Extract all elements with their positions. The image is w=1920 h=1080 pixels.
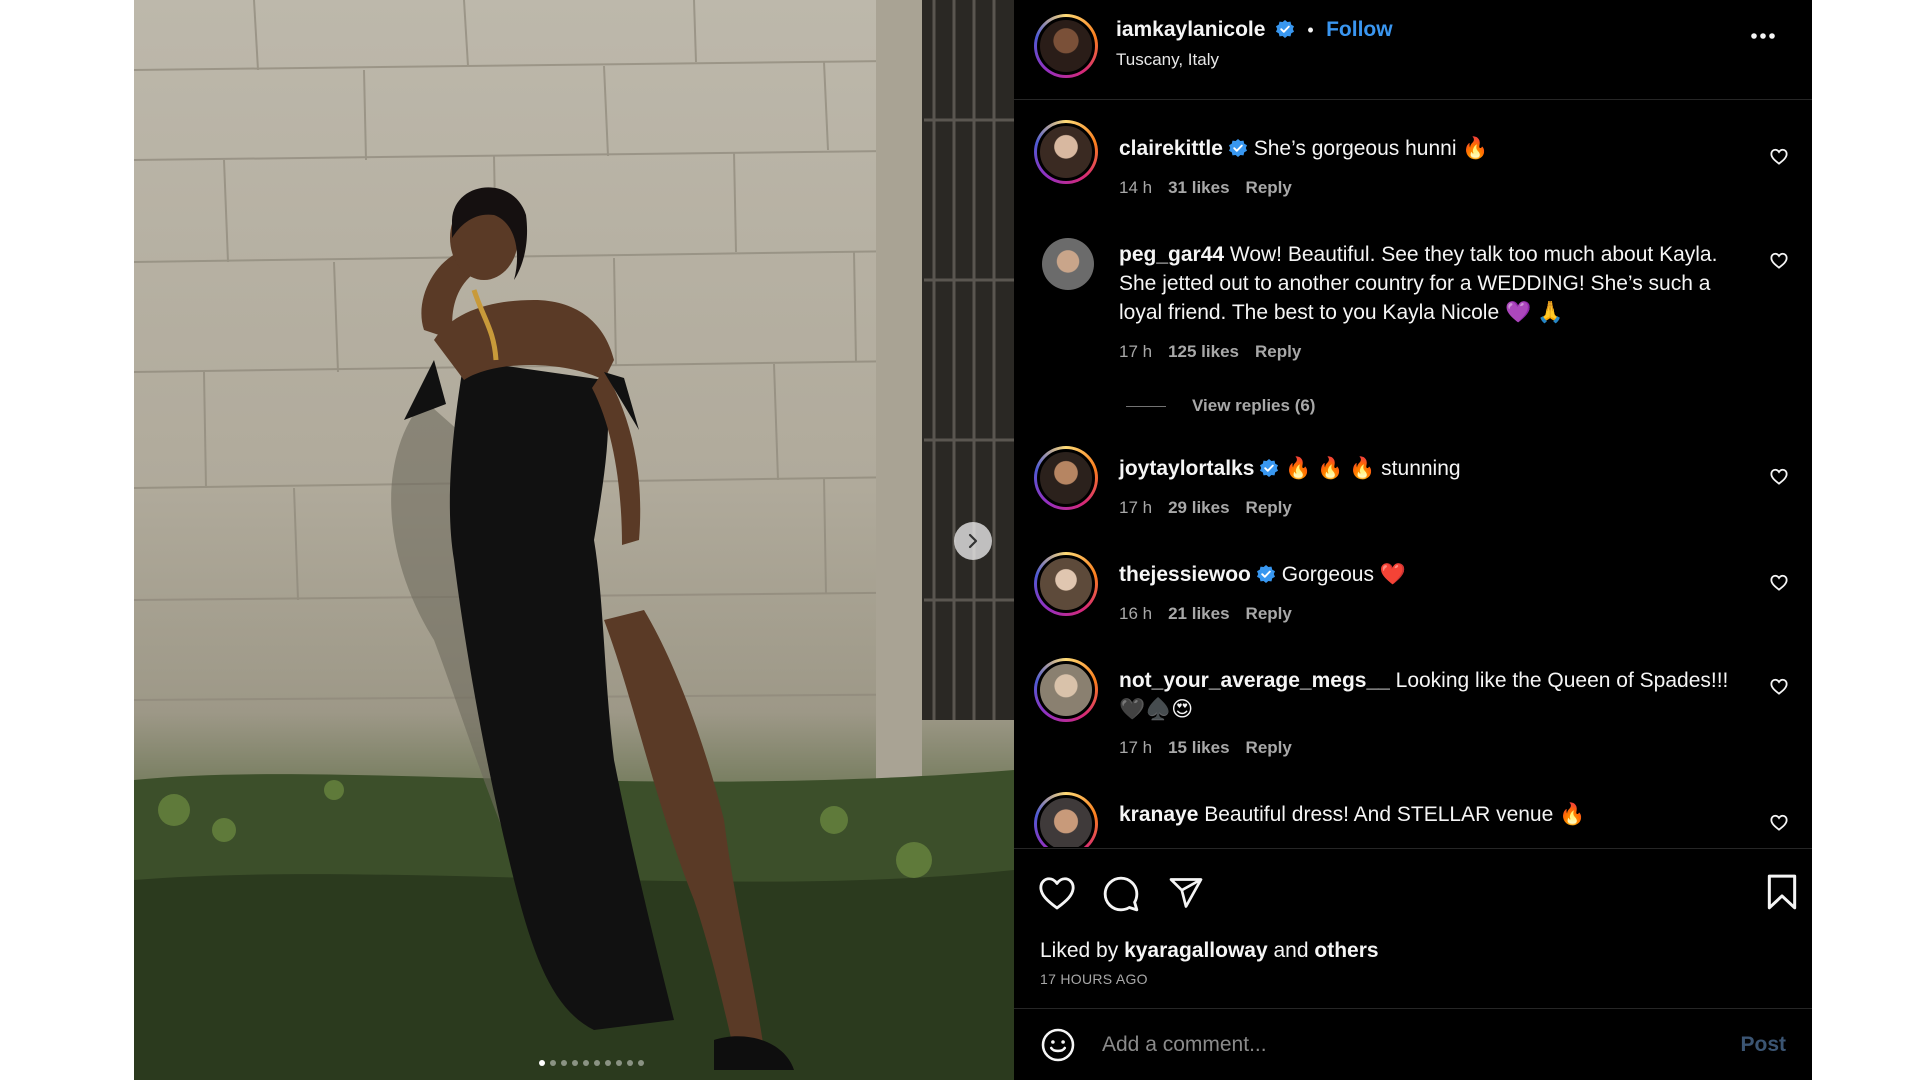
comment-meta: 16 h 21 likes Reply — [1119, 604, 1308, 624]
comment-time: 14 h — [1119, 178, 1153, 197]
comment-meta: 14 h 31 likes Reply — [1119, 178, 1308, 198]
commenter-avatar[interactable] — [1034, 658, 1098, 722]
comment-like-heart-icon[interactable] — [1770, 252, 1788, 269]
carousel-dot — [605, 1060, 611, 1066]
comment-body: not_your_average_megs__ Looking like the… — [1119, 666, 1739, 724]
heart-icon[interactable] — [1038, 875, 1076, 911]
verified-badge-icon — [1228, 139, 1247, 157]
commenter-avatar[interactable] — [1034, 120, 1098, 184]
comments-list[interactable]: clairekittle She’s gorgeous hunni 🔥 14 h 3… — [1014, 0, 1812, 847]
commenter-username[interactable]: kranaye — [1119, 803, 1198, 826]
comment-body: joytaylortalks 🔥 🔥 🔥 stunning — [1119, 454, 1739, 483]
liked-by-user[interactable]: kyaragalloway — [1124, 939, 1268, 962]
comment-text: She’s gorgeous hunni 🔥 — [1247, 137, 1489, 160]
comment-time: 17 h — [1119, 498, 1153, 517]
commenter-username[interactable]: joytaylortalks — [1119, 457, 1254, 480]
comment-time: 16 h — [1119, 604, 1153, 623]
replies-divider — [1126, 406, 1166, 408]
carousel-dots — [134, 1060, 1014, 1066]
commenter-username[interactable]: not_your_average_megs__ — [1119, 669, 1390, 692]
post-actions: Liked by kyaragalloway and others 17 HOU… — [1014, 848, 1812, 1008]
comment-likes[interactable]: 125 likes — [1168, 342, 1239, 361]
comment-like-heart-icon[interactable] — [1770, 814, 1788, 831]
carousel-dot — [638, 1060, 644, 1066]
send-icon[interactable] — [1168, 875, 1204, 911]
commenter-avatar[interactable] — [1034, 552, 1098, 616]
chevron-right-icon — [968, 533, 978, 549]
commenter-avatar[interactable] — [1034, 446, 1098, 510]
post-photo[interactable] — [134, 0, 1014, 1080]
photo-scene — [134, 0, 1014, 1080]
liked-by-and: and — [1273, 939, 1309, 962]
comment-likes[interactable]: 15 likes — [1168, 738, 1229, 757]
comment-icon[interactable] — [1102, 875, 1140, 913]
comment-body: peg_gar44 Wow! Beautiful. See they talk … — [1119, 240, 1739, 327]
comment-meta: 17 h 15 likes Reply — [1119, 738, 1308, 758]
comment-like-heart-icon[interactable] — [1770, 468, 1788, 485]
carousel-dot — [539, 1060, 545, 1066]
view-replies-button[interactable]: View replies (6) — [1126, 396, 1315, 416]
reply-button[interactable]: Reply — [1246, 178, 1292, 197]
comment-body: kranaye Beautiful dress! And STELLAR ven… — [1119, 800, 1739, 829]
commenter-username[interactable]: peg_gar44 — [1119, 243, 1224, 266]
verified-badge-icon — [1260, 459, 1279, 477]
liked-by: Liked by kyaragalloway and others — [1040, 939, 1379, 963]
carousel-dot — [583, 1060, 589, 1066]
commenter-avatar[interactable] — [1034, 792, 1098, 847]
reply-button[interactable]: Reply — [1246, 604, 1292, 623]
verified-badge-icon — [1256, 565, 1275, 583]
post-timestamp[interactable]: 17 HOURS AGO — [1040, 971, 1148, 987]
emoji-icon[interactable] — [1040, 1027, 1076, 1063]
post-side-panel: iamkaylanicole • Follow Tuscany, Italy c… — [1014, 0, 1812, 1080]
carousel-dot — [550, 1060, 556, 1066]
view-replies-label: View replies (6) — [1192, 396, 1316, 415]
comment-likes[interactable]: 21 likes — [1168, 604, 1229, 623]
reply-button[interactable]: Reply — [1246, 738, 1292, 757]
comment-text: Beautiful dress! And STELLAR venue 🔥 — [1198, 803, 1586, 826]
post-comment-button[interactable]: Post — [1740, 1033, 1786, 1057]
comment-text: 🔥 🔥 🔥 stunning — [1279, 457, 1461, 480]
carousel-dot — [561, 1060, 567, 1066]
comment-composer: Post — [1014, 1008, 1812, 1080]
commenter-avatar[interactable] — [1042, 238, 1094, 290]
comment-meta: 17 h 29 likes Reply — [1119, 498, 1308, 518]
comment-meta: 17 h 125 likes Reply — [1119, 342, 1317, 362]
carousel-dot — [627, 1060, 633, 1066]
comment-like-heart-icon[interactable] — [1770, 678, 1788, 695]
comment-likes[interactable]: 29 likes — [1168, 498, 1229, 517]
comment-body: thejessiewoo Gorgeous ❤️ — [1119, 560, 1739, 589]
comment-like-heart-icon[interactable] — [1770, 574, 1788, 591]
reply-button[interactable]: Reply — [1246, 498, 1292, 517]
comment-text: Gorgeous ❤️ — [1275, 563, 1406, 586]
commenter-username[interactable]: clairekittle — [1119, 137, 1223, 160]
comment-time: 17 h — [1119, 342, 1153, 361]
reply-button[interactable]: Reply — [1255, 342, 1301, 361]
carousel-dot — [594, 1060, 600, 1066]
comment-time: 17 h — [1119, 738, 1153, 757]
carousel-dot — [616, 1060, 622, 1066]
comment-like-heart-icon[interactable] — [1770, 148, 1788, 165]
commenter-username[interactable]: thejessiewoo — [1119, 563, 1251, 586]
comment-input[interactable] — [1102, 1029, 1682, 1061]
carousel-next-button[interactable] — [954, 522, 992, 560]
carousel-dot — [572, 1060, 578, 1066]
bookmark-icon[interactable] — [1766, 873, 1798, 911]
liked-by-prefix: Liked by — [1040, 939, 1119, 962]
comment-likes[interactable]: 31 likes — [1168, 178, 1229, 197]
comment-body: clairekittle She’s gorgeous hunni 🔥 — [1119, 134, 1739, 163]
liked-by-others[interactable]: others — [1314, 939, 1378, 962]
